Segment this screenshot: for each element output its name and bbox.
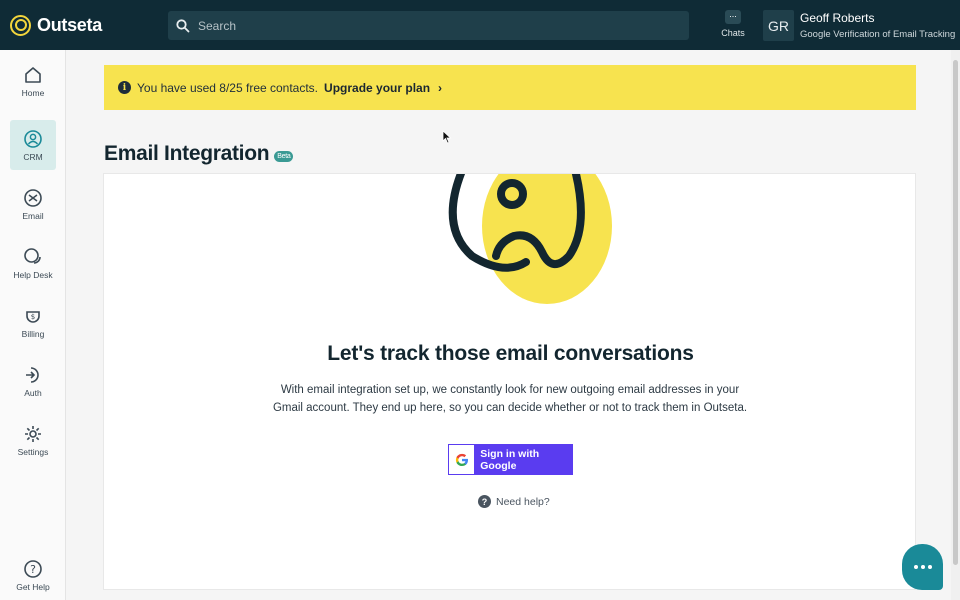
sign-in-with-google-button[interactable]: Sign in with Google [448, 444, 573, 475]
dot-icon [913, 565, 918, 569]
chat-widget-button[interactable] [902, 544, 943, 590]
google-logo-icon [449, 445, 475, 474]
sidebar-item-auth[interactable]: Auth [10, 356, 56, 406]
sidebar-item-billing[interactable]: $ Billing [10, 297, 56, 347]
info-icon: i [118, 81, 131, 94]
sidebar-item-settings[interactable]: Settings [10, 415, 56, 465]
search-bar[interactable] [168, 11, 689, 40]
auth-icon [26, 366, 39, 383]
sidebar-item-crm[interactable]: CRM [10, 120, 56, 170]
email-integration-card: Let's track those email conversations Wi… [103, 173, 916, 590]
sidebar-item-label: Home [21, 87, 45, 98]
app-name: Outseta [37, 14, 102, 35]
crm-icon [24, 129, 42, 148]
scroll-thumb[interactable] [953, 60, 958, 565]
svg-text:$: $ [31, 313, 35, 321]
person-illustration [448, 174, 612, 304]
upgrade-plan-link[interactable]: Upgrade your plan [324, 81, 430, 95]
sidebar-item-get-help[interactable]: ? Get Help [10, 550, 56, 600]
help-desk-icon [24, 247, 41, 264]
billing-icon: $ [26, 310, 40, 323]
chat-icon: ... [725, 10, 741, 24]
chats-button[interactable]: ... Chats [718, 10, 748, 39]
user-name: Geoff Roberts [800, 11, 875, 25]
svg-text:?: ? [30, 563, 36, 576]
search-input[interactable] [198, 18, 678, 33]
vertical-scrollbar[interactable] [951, 50, 960, 600]
sidebar-item-label: CRM [23, 151, 43, 162]
sidebar-item-label: Get Help [16, 581, 50, 592]
usage-banner: i You have used 8/25 free contacts. Upgr… [104, 65, 916, 110]
sidebar-item-label: Billing [21, 328, 45, 339]
dot-icon [927, 565, 932, 569]
search-icon [176, 18, 190, 32]
sidebar-item-label: Email [22, 210, 44, 221]
avatar: GR [763, 10, 794, 41]
sidebar-item-email[interactable]: Email [10, 179, 56, 229]
need-help-label: Need help? [496, 495, 550, 508]
integration-description: With email integration set up, we consta… [272, 384, 748, 414]
user-menu[interactable]: GR Geoff Roberts Google Verification of … [763, 10, 955, 41]
app-logo[interactable]: Outseta [0, 14, 168, 36]
sidebar-item-label: Auth [24, 387, 42, 398]
sidebar-item-label: Help Desk [13, 269, 53, 280]
sidebar: Home CRM Email Help Desk $ Billing Auth … [0, 50, 66, 600]
question-icon: ? [478, 495, 491, 508]
sidebar-item-help-desk[interactable]: Help Desk [10, 238, 56, 288]
chats-label: Chats [721, 28, 745, 38]
need-help-link[interactable]: ? Need help? [478, 495, 550, 508]
chevron-right-icon: › [438, 80, 443, 95]
beta-badge: Beta [274, 150, 294, 162]
integration-headline: Let's track those email conversations [327, 342, 694, 365]
outseta-logo-icon [10, 14, 31, 36]
google-button-label: Sign in with Google [480, 447, 540, 472]
sidebar-item-label: Settings [17, 446, 49, 457]
page-title: Email Integration Beta [104, 142, 294, 166]
page-title-text: Email Integration [104, 142, 270, 165]
banner-text: You have used 8/25 free contacts. [137, 80, 319, 95]
user-subtitle: Google Verification of Email Tracking [800, 29, 956, 40]
home-icon [25, 66, 41, 83]
email-icon [24, 188, 42, 207]
top-bar: Outseta ... Chats GR Geoff Roberts Googl… [0, 0, 960, 50]
sidebar-item-home[interactable]: Home [10, 56, 56, 106]
dot-icon [920, 565, 925, 569]
question-icon: ? [24, 559, 42, 578]
mouse-cursor-icon [442, 130, 452, 144]
gear-icon [25, 425, 41, 442]
